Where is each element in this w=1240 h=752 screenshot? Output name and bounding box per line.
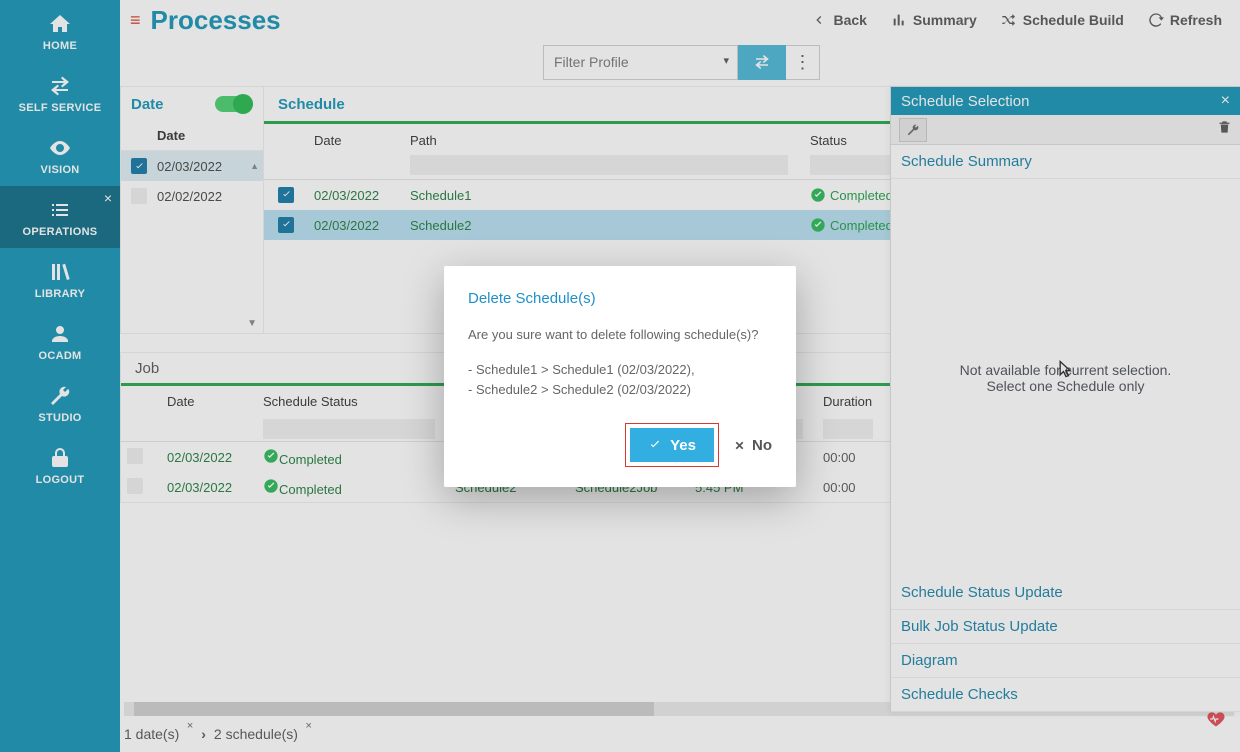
yes-button[interactable]: Yes bbox=[630, 428, 714, 462]
modal-item: - Schedule2 > Schedule2 (02/03/2022) bbox=[468, 380, 772, 400]
no-label: No bbox=[752, 437, 772, 454]
modal-item: - Schedule1 > Schedule1 (02/03/2022), bbox=[468, 360, 772, 380]
modal-item-list: - Schedule1 > Schedule1 (02/03/2022), - … bbox=[468, 360, 772, 399]
modal-prompt: Are you sure want to delete following sc… bbox=[468, 327, 772, 342]
x-icon bbox=[733, 439, 746, 452]
yes-label: Yes bbox=[670, 437, 696, 454]
delete-schedules-modal: Delete Schedule(s) Are you sure want to … bbox=[444, 266, 796, 487]
check-icon bbox=[648, 438, 662, 452]
modal-title: Delete Schedule(s) bbox=[468, 290, 772, 307]
yes-highlight: Yes bbox=[625, 423, 719, 467]
no-button[interactable]: No bbox=[733, 437, 772, 454]
modal-actions: Yes No bbox=[468, 423, 772, 467]
